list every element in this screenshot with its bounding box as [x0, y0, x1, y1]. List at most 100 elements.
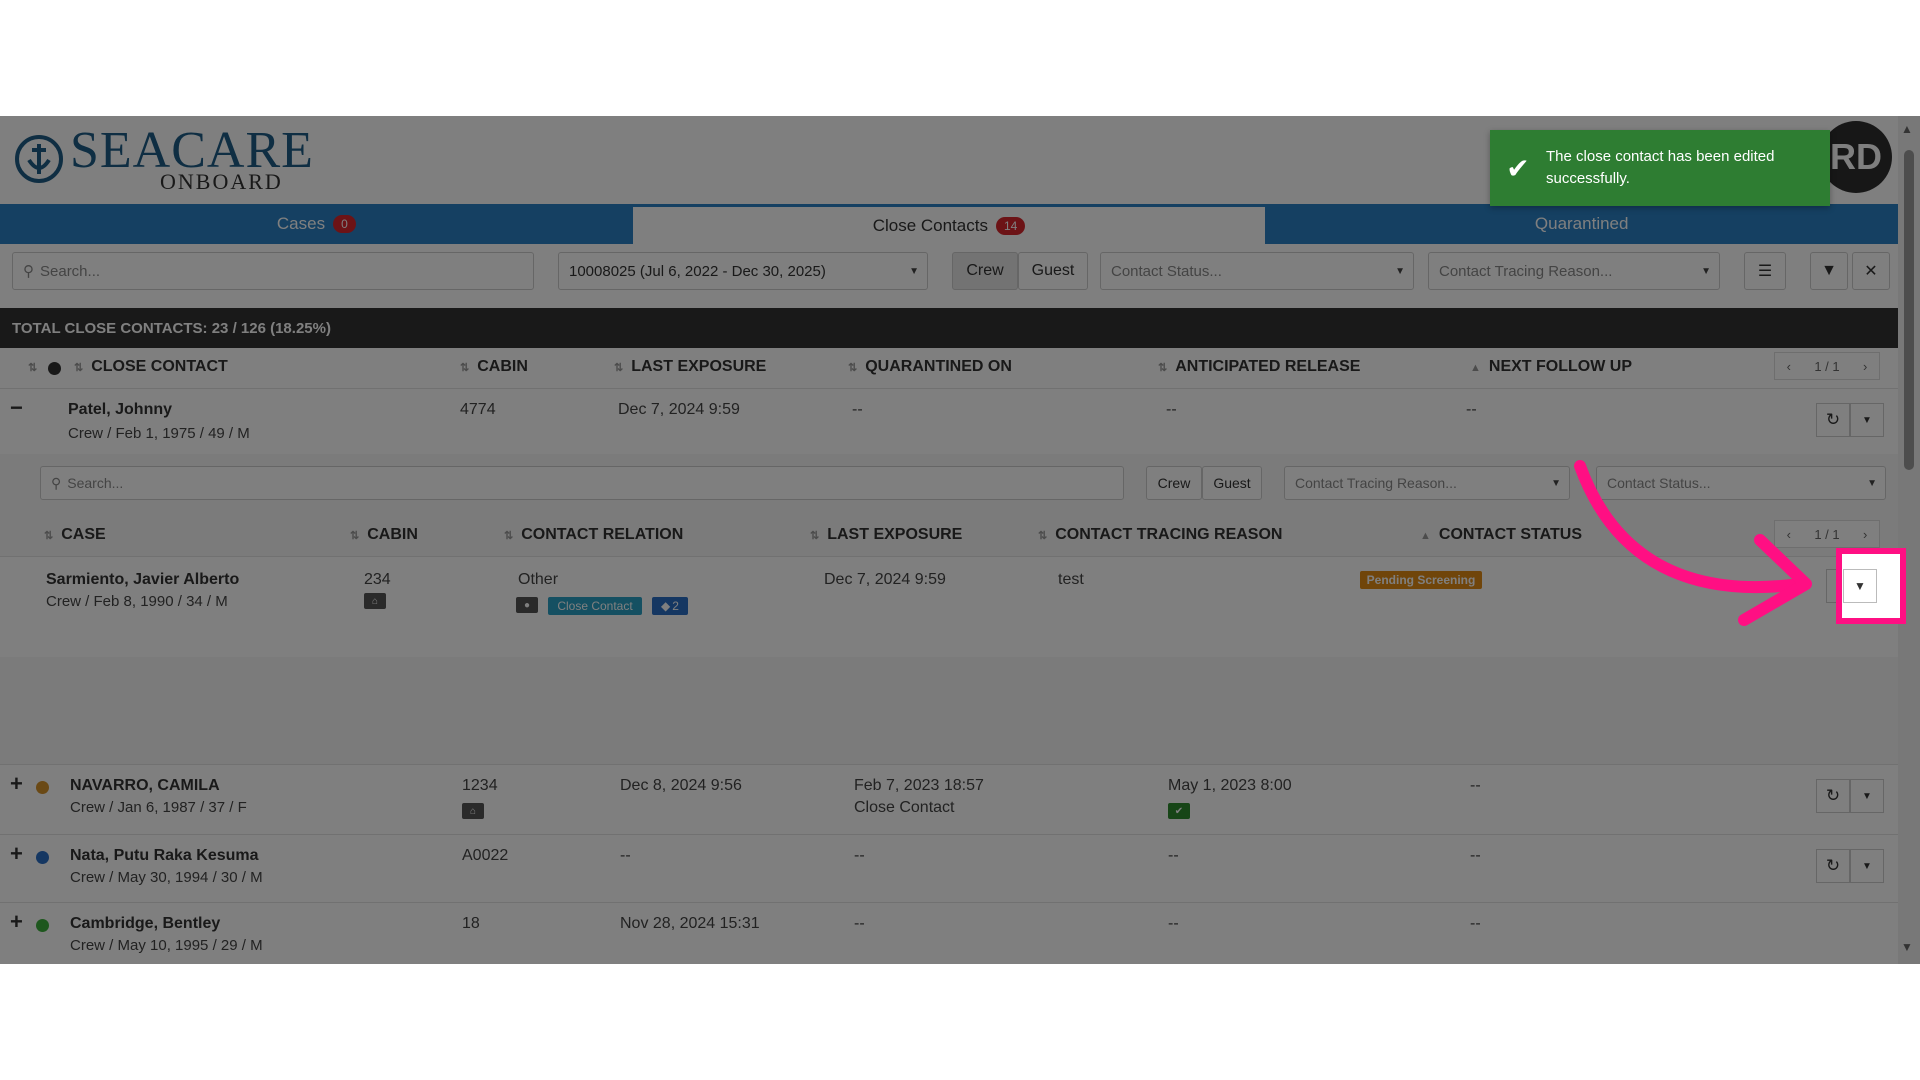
tracing-reason-placeholder: Contact Tracing Reason... [1439, 262, 1613, 280]
cabin: 4774 [460, 401, 496, 418]
main-tabs: Cases 0 Close Contacts 14 Quarantined [0, 204, 1898, 244]
inner-guest-button[interactable]: Guest [1202, 466, 1262, 500]
anticipated-release: -- [1166, 401, 1177, 418]
status-dot [36, 781, 49, 794]
collapse-icon[interactable]: − [10, 395, 23, 421]
inner-col-contact-status[interactable]: ▲ CONTACT STATUS [1420, 526, 1582, 544]
scrollbar-thumb[interactable] [1904, 150, 1914, 470]
contact-sub: Crew / Feb 1, 1975 / 49 / M [68, 425, 250, 442]
contact-name[interactable]: Cambridge, Bentley [70, 915, 220, 933]
voyage-value: 10008025 (Jul 6, 2022 - Dec 30, 2025) [569, 262, 826, 280]
inner-crew-button[interactable]: Crew [1146, 466, 1202, 500]
scroll-up-icon[interactable]: ▲ [1901, 122, 1913, 136]
contact-status-select[interactable]: Contact Status... ▼ [1100, 252, 1414, 290]
tab-close-contacts[interactable]: Close Contacts 14 [632, 204, 1266, 244]
anticipated-release: -- [1168, 847, 1179, 864]
pager[interactable]: ‹ 1 / 1 › [1774, 352, 1880, 380]
user-avatar[interactable]: RD [1820, 121, 1892, 193]
status-dot [36, 851, 49, 864]
contact-sub: Crew / May 30, 1994 / 30 / M [70, 869, 263, 886]
case-sub: Crew / Feb 8, 1990 / 34 / M [46, 593, 228, 610]
next-follow-up: -- [1466, 401, 1477, 418]
case-cabin: 234 [364, 571, 391, 588]
col-quarantined-on[interactable]: ⇅ QUARANTINED ON [848, 358, 1012, 376]
refresh-icon[interactable]: ↻ [1816, 779, 1850, 813]
inner-search-placeholder: Search... [67, 475, 124, 491]
col-anticipated-release[interactable]: ⇅ ANTICIPATED RELEASE [1158, 358, 1360, 376]
clear-icon[interactable]: ✕ [1852, 252, 1890, 290]
case-name[interactable]: Sarmiento, Javier Alberto [46, 571, 239, 589]
quarantined-on: -- [854, 915, 865, 932]
chevron-down-icon: ▼ [1867, 477, 1877, 489]
anticipated-release: -- [1168, 915, 1179, 932]
table-row[interactable]: + NAVARRO, CAMILA Crew / Jan 6, 1987 / 3… [0, 764, 1898, 835]
table-row[interactable]: + Nata, Putu Raka Kesuma Crew / May 30, … [0, 834, 1898, 903]
voyage-select[interactable]: 10008025 (Jul 6, 2022 - Dec 30, 2025) ▼ [558, 252, 928, 290]
status-badge: Pending Screening [1360, 571, 1482, 589]
tab-quarantined[interactable]: Quarantined [1265, 204, 1898, 244]
cases-count-badge: 0 [333, 215, 356, 233]
chevron-down-icon: ▼ [1701, 265, 1711, 277]
crew-toggle-button[interactable]: Crew [952, 252, 1018, 290]
brand-sub: ONBOARD [160, 169, 283, 194]
case-relation: Other [518, 571, 559, 588]
check-icon: ✔ [1506, 152, 1530, 184]
inner-col-cabin[interactable]: ⇅ CABIN [350, 526, 418, 544]
inner-col-tracing-reason[interactable]: ⇅ CONTACT TRACING REASON [1038, 526, 1282, 544]
case-chevron-down-icon[interactable]: ▼ [1843, 569, 1877, 603]
col-next-follow-up[interactable]: ▲ NEXT FOLLOW UP [1470, 358, 1632, 376]
sliders-icon[interactable]: ☰ [1744, 252, 1786, 290]
next-page-icon[interactable]: › [1863, 527, 1867, 542]
contact-sub: Crew / May 10, 1995 / 29 / M [70, 937, 263, 954]
contact-name[interactable]: NAVARRO, CAMILA [70, 777, 220, 795]
col-close-contact[interactable]: ⇅ CLOSE CONTACT [74, 358, 228, 376]
quarantined-on: Feb 7, 2023 18:57 [854, 777, 984, 794]
refresh-icon[interactable]: ↻ [1816, 403, 1850, 437]
anticipated-release: May 1, 2023 8:00 [1168, 777, 1292, 794]
search-input[interactable]: ⚲ Search... [12, 252, 534, 290]
pointer-arrow-icon [1574, 460, 1812, 626]
tracing-reason-select[interactable]: Contact Tracing Reason... ▼ [1428, 252, 1720, 290]
inner-col-case[interactable]: ⇅ CASE [44, 526, 106, 544]
filter-icon[interactable]: ▼ [1810, 252, 1848, 290]
expand-icon[interactable]: + [10, 841, 23, 867]
chevron-down-icon[interactable]: ▼ [1850, 403, 1884, 437]
chevron-down-icon[interactable]: ▼ [1850, 849, 1884, 883]
contact-name[interactable]: Patel, Johnny [68, 401, 172, 419]
inner-col-contact-relation[interactable]: ⇅ CONTACT RELATION [504, 526, 683, 544]
table-row[interactable]: + Cambridge, Bentley Crew / May 10, 1995… [0, 902, 1898, 964]
scroll-down-icon[interactable]: ▼ [1901, 940, 1913, 954]
app-window: SEACARE ONBOARD RD ✔ The close contact h… [0, 116, 1920, 964]
last-exposure: Dec 8, 2024 9:56 [620, 777, 742, 794]
inner-search-input[interactable]: ⚲ Search... [40, 466, 1124, 500]
tag-count-badge: ◆ 2 [652, 597, 688, 615]
contact-name[interactable]: Nata, Putu Raka Kesuma [70, 847, 259, 865]
refresh-icon[interactable]: ↻ [1816, 849, 1850, 883]
tab-cases[interactable]: Cases 0 [0, 204, 633, 244]
cabin: 1234 [462, 777, 498, 794]
inner-tracing-reason-placeholder: Contact Tracing Reason... [1295, 475, 1457, 491]
quarantine-type: Close Contact [854, 799, 955, 816]
success-toast: ✔ The close contact has been edited succ… [1490, 130, 1830, 206]
search-icon: ⚲ [51, 474, 62, 491]
check-icon: ✔ [1168, 803, 1190, 819]
chevron-down-icon: ▼ [909, 265, 919, 277]
expand-icon[interactable]: + [10, 909, 23, 935]
last-exposure: -- [620, 847, 631, 864]
sort-icon[interactable]: ⇅ [28, 358, 45, 376]
chevron-down-icon[interactable]: ▼ [1850, 779, 1884, 813]
guest-toggle-button[interactable]: Guest [1018, 252, 1088, 290]
next-follow-up: -- [1470, 777, 1481, 794]
col-cabin[interactable]: ⇅ CABIN [460, 358, 528, 376]
col-last-exposure[interactable]: ⇅ LAST EXPOSURE [614, 358, 766, 376]
table-row-expanded[interactable]: − Patel, Johnny Crew / Feb 1, 1975 / 49 … [0, 388, 1898, 455]
inner-col-last-exposure[interactable]: ⇅ LAST EXPOSURE [810, 526, 962, 544]
next-page-icon[interactable]: › [1863, 359, 1867, 374]
cabin: 18 [462, 915, 480, 932]
next-follow-up: -- [1470, 915, 1481, 932]
tab-cases-label: Cases [276, 214, 326, 233]
cabin: A0022 [462, 847, 509, 864]
prev-page-icon[interactable]: ‹ [1787, 359, 1791, 374]
expand-icon[interactable]: + [10, 771, 23, 797]
inner-tracing-reason-select[interactable]: Contact Tracing Reason... ▼ [1284, 466, 1570, 500]
